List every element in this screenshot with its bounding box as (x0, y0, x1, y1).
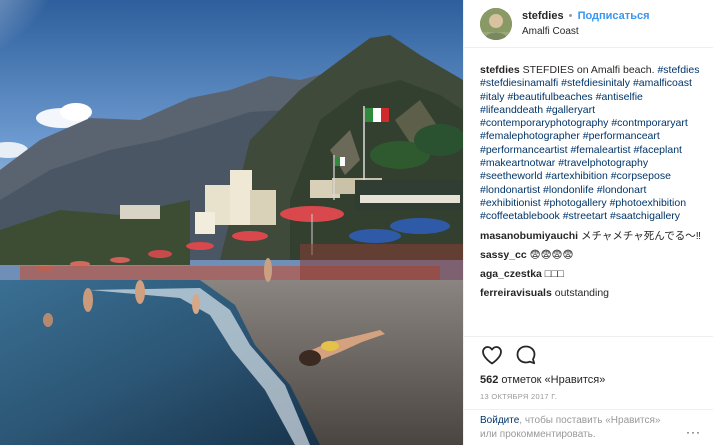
comment-text: □□□ (541, 268, 564, 281)
caption-hashtags: #stefdies #stefdiesinamalfi #stefdiesini… (480, 64, 699, 222)
hashtag-link[interactable]: #faceplant (634, 144, 682, 156)
avatar-image-icon (480, 7, 512, 40)
comment-item: ferreiravisuals outstanding (480, 287, 701, 300)
follow-button[interactable]: Подписаться (578, 10, 650, 22)
beach-photo-illustration (0, 0, 463, 445)
comment-item: masanobumiyauchi メチャメチャ死んでる〜‼︎ (480, 230, 701, 243)
hashtag-link[interactable]: #saatchigallery (610, 210, 680, 222)
likes-number: 562 (480, 374, 499, 386)
hashtag-link[interactable]: #italy (480, 91, 505, 103)
hashtag-link[interactable]: #amalficoast (633, 77, 692, 89)
comments-list[interactable]: stefdies STEFDIES on Amalfi beach. #stef… (464, 48, 713, 336)
comment-icon[interactable] (514, 343, 538, 367)
hashtag-link[interactable]: #performanceart (583, 130, 660, 142)
comment-thread: masanobumiyauchi メチャメチャ死んでる〜‼︎ sassy_cc 😨… (480, 230, 701, 301)
post-photo[interactable] (0, 0, 463, 445)
hashtag-link[interactable]: #exhibitionist (480, 197, 541, 209)
hashtag-link[interactable]: #londonlife (543, 184, 594, 196)
hashtag-link[interactable]: #londonart (597, 184, 647, 196)
comment-item: sassy_cc 😨😨😨😨 (480, 249, 701, 262)
hashtag-link[interactable]: #stefdies (657, 64, 699, 76)
post-caption: stefdies STEFDIES on Amalfi beach. #stef… (480, 64, 701, 224)
comment-username[interactable]: sassy_cc (480, 249, 527, 261)
hashtag-link[interactable]: #coffeetablebook (480, 210, 560, 222)
location-link[interactable]: Amalfi Coast (522, 24, 650, 39)
post-header: stefdies • Подписаться Amalfi Coast (464, 0, 713, 48)
hashtag-link[interactable]: #stefdiesinitaly (561, 77, 630, 89)
caption-text: STEFDIES on Amalfi beach. (522, 64, 655, 76)
comment-text: 😨😨😨😨 (526, 248, 574, 261)
hashtag-link[interactable]: #femaleartist (570, 144, 630, 156)
instagram-post: stefdies • Подписаться Amalfi Coast stef… (0, 0, 713, 445)
hashtag-link[interactable]: #contemporaryphotography (480, 117, 608, 129)
hashtag-link[interactable]: #corpsepose (611, 170, 671, 182)
hashtag-link[interactable]: #beautifulbeaches (507, 91, 592, 103)
hashtag-link[interactable]: #stefdiesinamalfi (480, 77, 558, 89)
heart-icon[interactable] (480, 343, 504, 367)
hashtag-link[interactable]: #makeartnotwar (480, 157, 555, 169)
avatar[interactable] (480, 7, 512, 40)
hashtag-link[interactable]: #femalephotographer (480, 130, 580, 142)
login-link[interactable]: Войдите (480, 415, 519, 426)
header-text: stefdies • Подписаться Amalfi Coast (522, 9, 650, 39)
hashtag-link[interactable]: #galleryart (546, 104, 595, 116)
hashtag-link[interactable]: #londonartist (480, 184, 540, 196)
hashtag-link[interactable]: #photoexhibition (610, 197, 686, 209)
header-separator: • (568, 9, 573, 22)
post-details-panel: stefdies • Подписаться Amalfi Coast stef… (463, 0, 713, 445)
hashtag-link[interactable]: #contmporaryart (611, 117, 687, 129)
hashtag-link[interactable]: #travelphotography (558, 157, 648, 169)
comment-username[interactable]: ferreiravisuals (480, 287, 552, 299)
login-prompt-text: , чтобы поставить «Нравится» (519, 415, 661, 426)
more-options-button[interactable]: ··· (686, 425, 701, 439)
comment-username[interactable]: masanobumiyauchi (480, 230, 578, 242)
comment-text: outstanding (551, 287, 610, 300)
comment-text: メチャメチャ死んでる〜‼︎ (578, 229, 701, 242)
login-prompt-text-2: или прокомментировать. (480, 429, 596, 440)
comment-username[interactable]: aga_czestka (480, 268, 542, 280)
hashtag-link[interactable]: #lifeanddeath (480, 104, 543, 116)
hashtag-link[interactable]: #antiselfie (596, 91, 643, 103)
hashtag-link[interactable]: #seetheworld (480, 170, 542, 182)
hashtag-link[interactable]: #streetart (563, 210, 607, 222)
hashtag-link[interactable]: #photogallery (544, 197, 607, 209)
comment-item: aga_czestka □□□ (480, 268, 701, 281)
login-prompt: Войдите, чтобы поставить «Нравится» или … (464, 409, 713, 445)
action-bar (464, 336, 713, 372)
likes-count[interactable]: 562 отметок «Нравится» (464, 372, 713, 388)
header-username[interactable]: stefdies (522, 10, 564, 22)
post-date[interactable]: 13 октября 2017 г. (464, 388, 713, 409)
likes-label: отметок «Нравится» (501, 374, 606, 386)
hashtag-link[interactable]: #performanceartist (480, 144, 568, 156)
hashtag-link[interactable]: #artexhibition (545, 170, 607, 182)
caption-username[interactable]: stefdies (480, 64, 520, 76)
